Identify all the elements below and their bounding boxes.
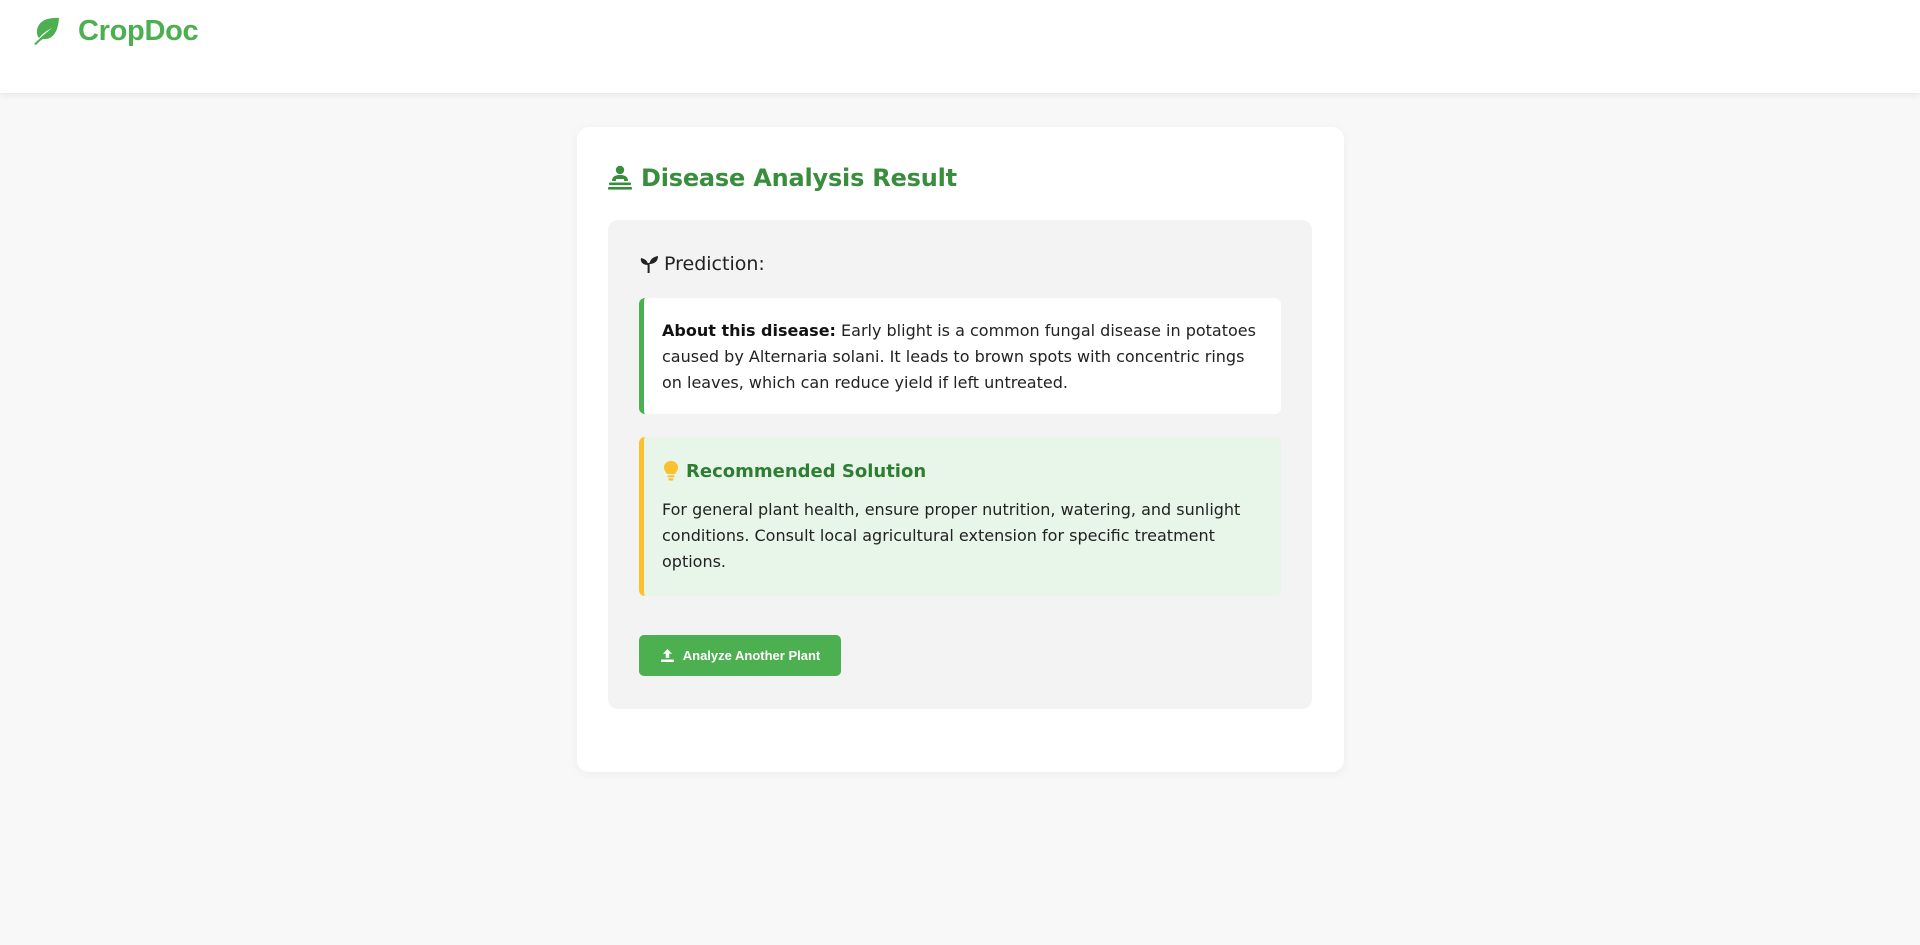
lightbulb-icon <box>664 461 678 481</box>
solution-header: Recommended Solution <box>662 457 926 485</box>
app-name: CropDoc <box>78 14 199 47</box>
disease-info-label: About this disease: <box>662 321 836 340</box>
prediction-label: Prediction: <box>664 253 765 275</box>
leaf-icon <box>34 17 59 45</box>
brand-logo-link[interactable]: CropDoc <box>30 14 199 48</box>
analyze-another-plant-button[interactable]: Analyze Another Plant <box>639 635 841 676</box>
page-title: Disease Analysis Result <box>641 164 957 192</box>
diagnoses-icon <box>608 165 632 190</box>
prediction-row: Prediction: <box>639 250 765 278</box>
disease-description: About this disease: Early blight is a co… <box>662 318 1261 396</box>
upload-icon <box>660 649 674 662</box>
analyze-button-label: Analyze Another Plant <box>682 648 821 663</box>
solution-text: For general plant health, ensure proper … <box>662 500 1241 571</box>
result-panel: Prediction: About this disease: Early bl… <box>608 220 1312 709</box>
result-card: Disease Analysis Result Prediction: Abou… <box>577 127 1344 772</box>
navbar: CropDoc <box>0 0 1920 93</box>
seedling-icon <box>640 256 658 273</box>
card-header: Disease Analysis Result <box>607 159 957 197</box>
disease-info-box: About this disease: Early blight is a co… <box>639 298 1281 414</box>
solution-heading: Recommended Solution <box>686 460 927 482</box>
solution-box: Recommended Solution For general plant h… <box>639 437 1281 596</box>
